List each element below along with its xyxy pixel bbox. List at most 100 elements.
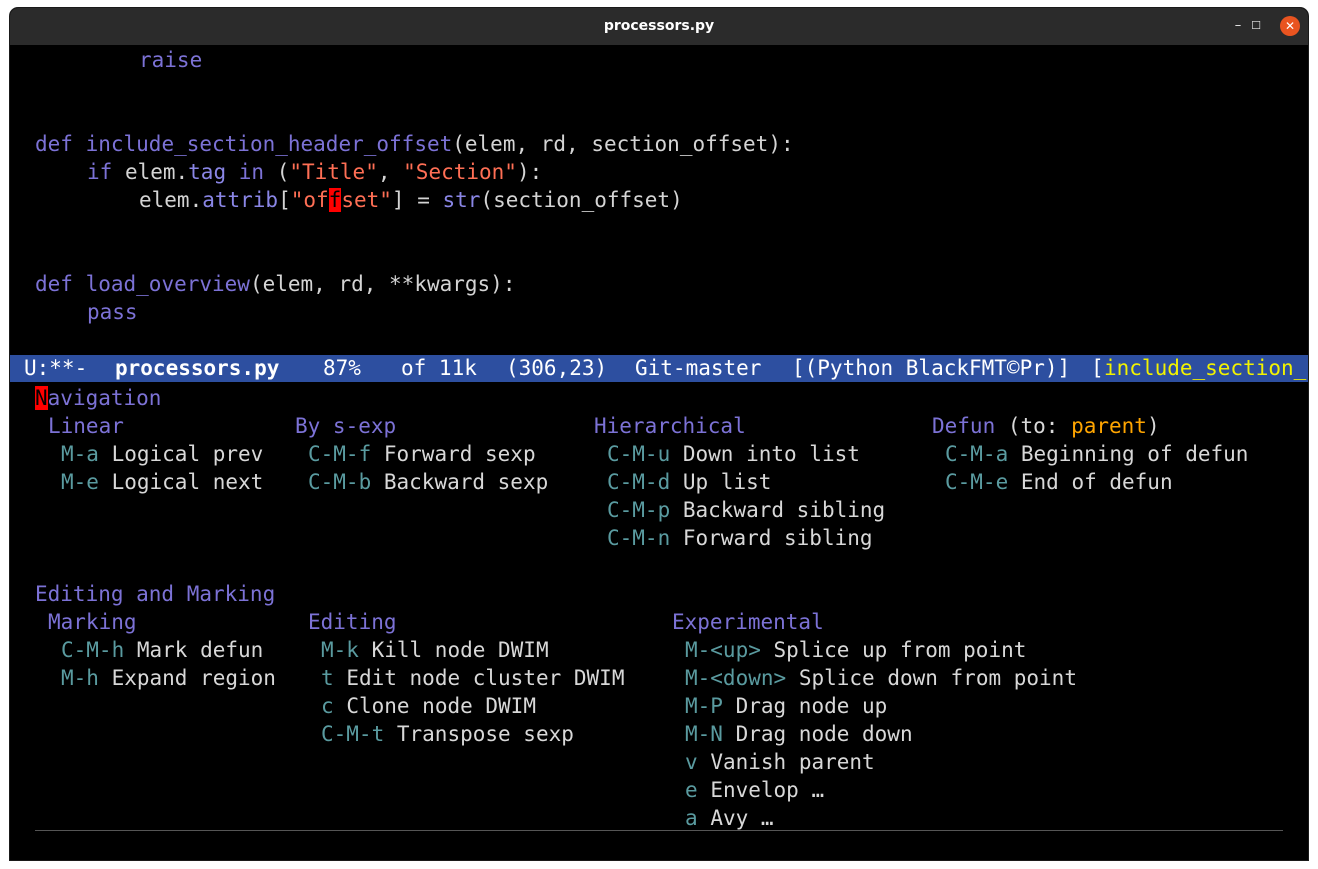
menu-desc: Forward sibling	[682, 526, 873, 550]
code-line[interactable]: elem.attrib["offset"] = str(section_offs…	[139, 186, 683, 214]
menu-desc: Backward sibling	[682, 498, 886, 522]
menu-item[interactable]: C-M-b Backward sexp	[308, 468, 548, 496]
group-title-editing: Editing	[308, 610, 397, 634]
code-line[interactable]: if elem.tag in ("Title", "Section"):	[87, 158, 542, 186]
menu-item[interactable]: M-a Logical prev	[61, 440, 263, 468]
close-icon[interactable]: ✕	[1280, 16, 1300, 36]
menu-item[interactable]: M-h Expand region	[61, 664, 276, 692]
menu-key: M-e	[61, 470, 99, 494]
emacs-frame[interactable]: raise def include_section_header_offset(…	[10, 45, 1308, 860]
code-line[interactable]: raise	[139, 46, 202, 74]
modeline-percent: 87%	[323, 356, 361, 380]
code-function-name: load_overview	[85, 272, 250, 296]
code-string: "Title"	[289, 160, 378, 184]
group-title-hierarchical: Hierarchical	[594, 414, 746, 438]
menu-item[interactable]: e Envelop …	[685, 776, 824, 804]
menu-item[interactable]: C-M-u Down into list	[607, 440, 860, 468]
code-line[interactable]: def include_section_header_offset(elem, …	[35, 130, 794, 158]
code-line[interactable]: pass	[87, 298, 138, 326]
group-title-text: Defun	[932, 414, 996, 438]
code-text: ,	[377, 160, 404, 184]
menu-desc: Mark defun	[136, 638, 264, 662]
menu-desc: Backward sexp	[383, 470, 549, 494]
code-text: (elem, rd, section_offset):	[452, 132, 794, 156]
modeline-vc-branch[interactable]: Git-master	[635, 355, 761, 382]
menu-item[interactable]: M-<up> Splice up from point	[685, 636, 1026, 664]
modeline-which-func-bracket: [	[1091, 356, 1104, 380]
code-string: "of	[290, 188, 329, 212]
code-function-name: include_section_header_offset	[85, 132, 453, 156]
menu-item[interactable]: M-<down> Splice down from point	[685, 664, 1077, 692]
mode-line[interactable]: U:**- processors.py 87% of 11k (306,23) Git-m…	[10, 355, 1308, 382]
menu-desc: Transpose sexp	[396, 722, 574, 746]
code-keyword: in	[238, 160, 265, 184]
menu-key: M-h	[61, 666, 99, 690]
maximize-icon[interactable]: ☐	[1246, 16, 1266, 36]
menu-item[interactable]: M-k Kill node DWIM	[321, 636, 549, 664]
menu-key: e	[685, 778, 698, 802]
menu-key: C-M-p	[607, 498, 671, 522]
code-text: (	[264, 160, 290, 184]
menu-key: C-M-h	[61, 638, 125, 662]
menu-item[interactable]: M-e Logical next	[61, 468, 263, 496]
menu-key: M-k	[321, 638, 359, 662]
menu-desc: Logical next	[111, 470, 264, 494]
menu-item[interactable]: a Avy …	[685, 804, 774, 832]
menu-desc: Logical prev	[111, 442, 264, 466]
group-title-linear: Linear	[48, 414, 124, 438]
menu-key: M-<down>	[685, 666, 787, 690]
menu-item[interactable]: c Clone node DWIM	[321, 692, 536, 720]
menu-cursor: N	[35, 386, 48, 410]
menu-desc: Splice up from point	[773, 638, 1027, 662]
menu-item[interactable]: C-M-h Mark defun	[61, 636, 263, 664]
menu-desc: Splice down from point	[798, 666, 1077, 690]
window-title: processors.py	[603, 18, 715, 34]
modeline-major-mode[interactable]: [(Python BlackFMT©Pr)]	[792, 355, 1070, 382]
modeline-which-func[interactable]: include_section_	[1104, 355, 1306, 382]
code-line[interactable]: def load_overview(elem, rd, **kwargs):	[35, 270, 515, 298]
menu-heading-editing-marking: Editing and Marking	[35, 582, 276, 606]
code-attribute: attrib	[202, 188, 279, 212]
menu-desc: Edit node cluster DWIM	[346, 666, 625, 690]
menu-item[interactable]: t Edit node cluster DWIM	[321, 664, 624, 692]
menu-desc: Kill node DWIM	[371, 638, 549, 662]
menu-heading-text: avigation	[47, 386, 162, 410]
modeline-size: of 11k	[401, 356, 477, 380]
menu-item[interactable]: C-M-e End of defun	[945, 468, 1173, 496]
group-title-experimental: Experimental	[672, 610, 824, 634]
menu-desc: Up list	[682, 470, 772, 494]
code-keyword: def	[35, 272, 73, 296]
group-title-defun: Defun (to: parent)	[932, 412, 1160, 440]
code-keyword: def	[35, 132, 73, 156]
group-title-marking: Marking	[48, 610, 137, 634]
menu-key: C-M-f	[308, 442, 372, 466]
menu-desc: Down into list	[682, 442, 860, 466]
menu-item[interactable]: C-M-f Forward sexp	[308, 440, 536, 468]
menu-item[interactable]: C-M-d Up list	[607, 468, 771, 496]
code-text: elem.	[112, 160, 189, 184]
menu-item[interactable]: v Vanish parent	[685, 748, 875, 776]
menu-desc: Drag node down	[735, 722, 913, 746]
menu-item[interactable]: M-N Drag node down	[685, 720, 913, 748]
menu-key: v	[685, 750, 698, 774]
menu-key: t	[321, 666, 334, 690]
menu-desc: Beginning of defun	[1020, 442, 1249, 466]
menu-item[interactable]: C-M-t Transpose sexp	[321, 720, 574, 748]
menu-key: C-M-d	[607, 470, 671, 494]
menu-item[interactable]: C-M-p Backward sibling	[607, 496, 885, 524]
menu-key: c	[321, 694, 334, 718]
menu-item[interactable]: C-M-n Forward sibling	[607, 524, 873, 552]
menu-desc: Avy …	[710, 806, 774, 830]
code-text: [	[278, 188, 291, 212]
code-keyword: pass	[87, 300, 138, 324]
menu-key: C-M-n	[607, 526, 671, 550]
title-bar[interactable]: processors.py – ☐ ✕	[10, 8, 1308, 45]
defun-to-value[interactable]: parent	[1071, 414, 1147, 438]
code-keyword: if	[87, 160, 113, 184]
menu-item[interactable]: M-P Drag node up	[685, 692, 887, 720]
menu-item[interactable]: C-M-a Beginning of defun	[945, 440, 1248, 468]
modeline-buffer-name[interactable]: processors.py	[115, 355, 279, 382]
minimize-icon[interactable]: –	[1228, 16, 1248, 36]
text-cursor: f	[328, 188, 342, 212]
defun-to-label: (to:	[995, 414, 1072, 438]
